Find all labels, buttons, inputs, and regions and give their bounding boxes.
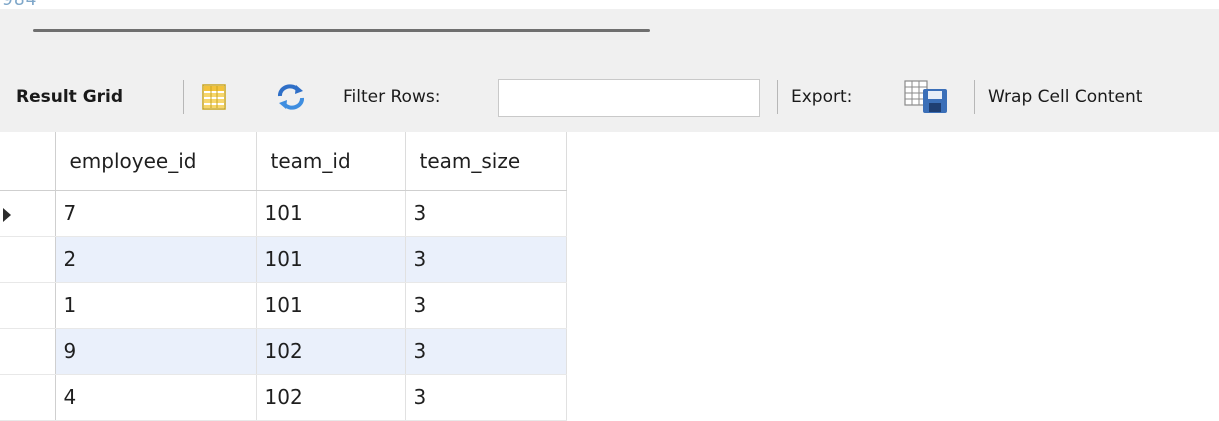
cell-team-id[interactable]: 101 bbox=[256, 282, 406, 329]
table-row[interactable]: 1 101 3 bbox=[0, 282, 567, 329]
filter-rows-input[interactable] bbox=[498, 79, 760, 117]
wrap-cell-content-label[interactable]: Wrap Cell Content bbox=[988, 62, 1142, 132]
row-header[interactable] bbox=[0, 374, 56, 421]
editor-horizontal-scrollbar[interactable] bbox=[0, 9, 1219, 62]
result-grid: employee_id team_id team_size 7 101 3 2 … bbox=[0, 132, 1219, 421]
row-header[interactable] bbox=[0, 328, 56, 375]
filter-rows-label: Filter Rows: bbox=[343, 87, 441, 107]
row-header[interactable] bbox=[0, 236, 56, 283]
export-icon[interactable] bbox=[903, 79, 955, 115]
table-row[interactable]: 9 102 3 bbox=[0, 328, 567, 375]
result-grid-label[interactable]: Result Grid bbox=[16, 62, 123, 132]
toolbar-separator bbox=[183, 80, 184, 114]
table-row[interactable]: 7 101 3 bbox=[0, 190, 567, 237]
cell-team-size[interactable]: 3 bbox=[405, 282, 567, 329]
sql-editor-area: 984 bbox=[0, 0, 1219, 62]
cell-employee-id[interactable]: 1 bbox=[55, 282, 257, 329]
cell-team-id[interactable]: 101 bbox=[256, 190, 406, 237]
result-toolbar: Result Grid Filter Rows: Export: Wrap Ce… bbox=[0, 62, 1219, 132]
cell-team-id[interactable]: 102 bbox=[256, 328, 406, 375]
header-row: employee_id team_id team_size bbox=[0, 132, 567, 191]
refresh-icon[interactable] bbox=[276, 84, 306, 110]
scrollbar-thumb[interactable] bbox=[33, 29, 650, 32]
editor-visible-strip: 984 bbox=[0, 0, 1219, 9]
cell-employee-id[interactable]: 7 bbox=[55, 190, 257, 237]
export-label: Export: bbox=[791, 87, 853, 107]
column-header-team-id[interactable]: team_id bbox=[256, 132, 406, 191]
cell-team-id[interactable]: 102 bbox=[256, 374, 406, 421]
cell-team-id[interactable]: 101 bbox=[256, 236, 406, 283]
table-row[interactable]: 4 102 3 bbox=[0, 374, 567, 421]
editor-line-number: 984 bbox=[2, 0, 37, 9]
cell-team-size[interactable]: 3 bbox=[405, 328, 567, 375]
cell-employee-id[interactable]: 4 bbox=[55, 374, 257, 421]
cell-employee-id[interactable]: 2 bbox=[55, 236, 257, 283]
cell-team-size[interactable]: 3 bbox=[405, 190, 567, 237]
grid-layout-icon[interactable] bbox=[200, 83, 228, 111]
cell-team-size[interactable]: 3 bbox=[405, 236, 567, 283]
table-row[interactable]: 2 101 3 bbox=[0, 236, 567, 283]
result-table: employee_id team_id team_size 7 101 3 2 … bbox=[0, 132, 567, 421]
cell-team-size[interactable]: 3 bbox=[405, 374, 567, 421]
cell-employee-id[interactable]: 9 bbox=[55, 328, 257, 375]
column-header-employee-id[interactable]: employee_id bbox=[55, 132, 257, 191]
row-header[interactable] bbox=[0, 190, 56, 237]
row-header-corner bbox=[0, 132, 56, 191]
toolbar-separator bbox=[777, 80, 778, 114]
column-header-team-size[interactable]: team_size bbox=[405, 132, 567, 191]
toolbar-separator bbox=[974, 80, 975, 114]
current-row-arrow-icon bbox=[3, 207, 11, 222]
row-header[interactable] bbox=[0, 282, 56, 329]
